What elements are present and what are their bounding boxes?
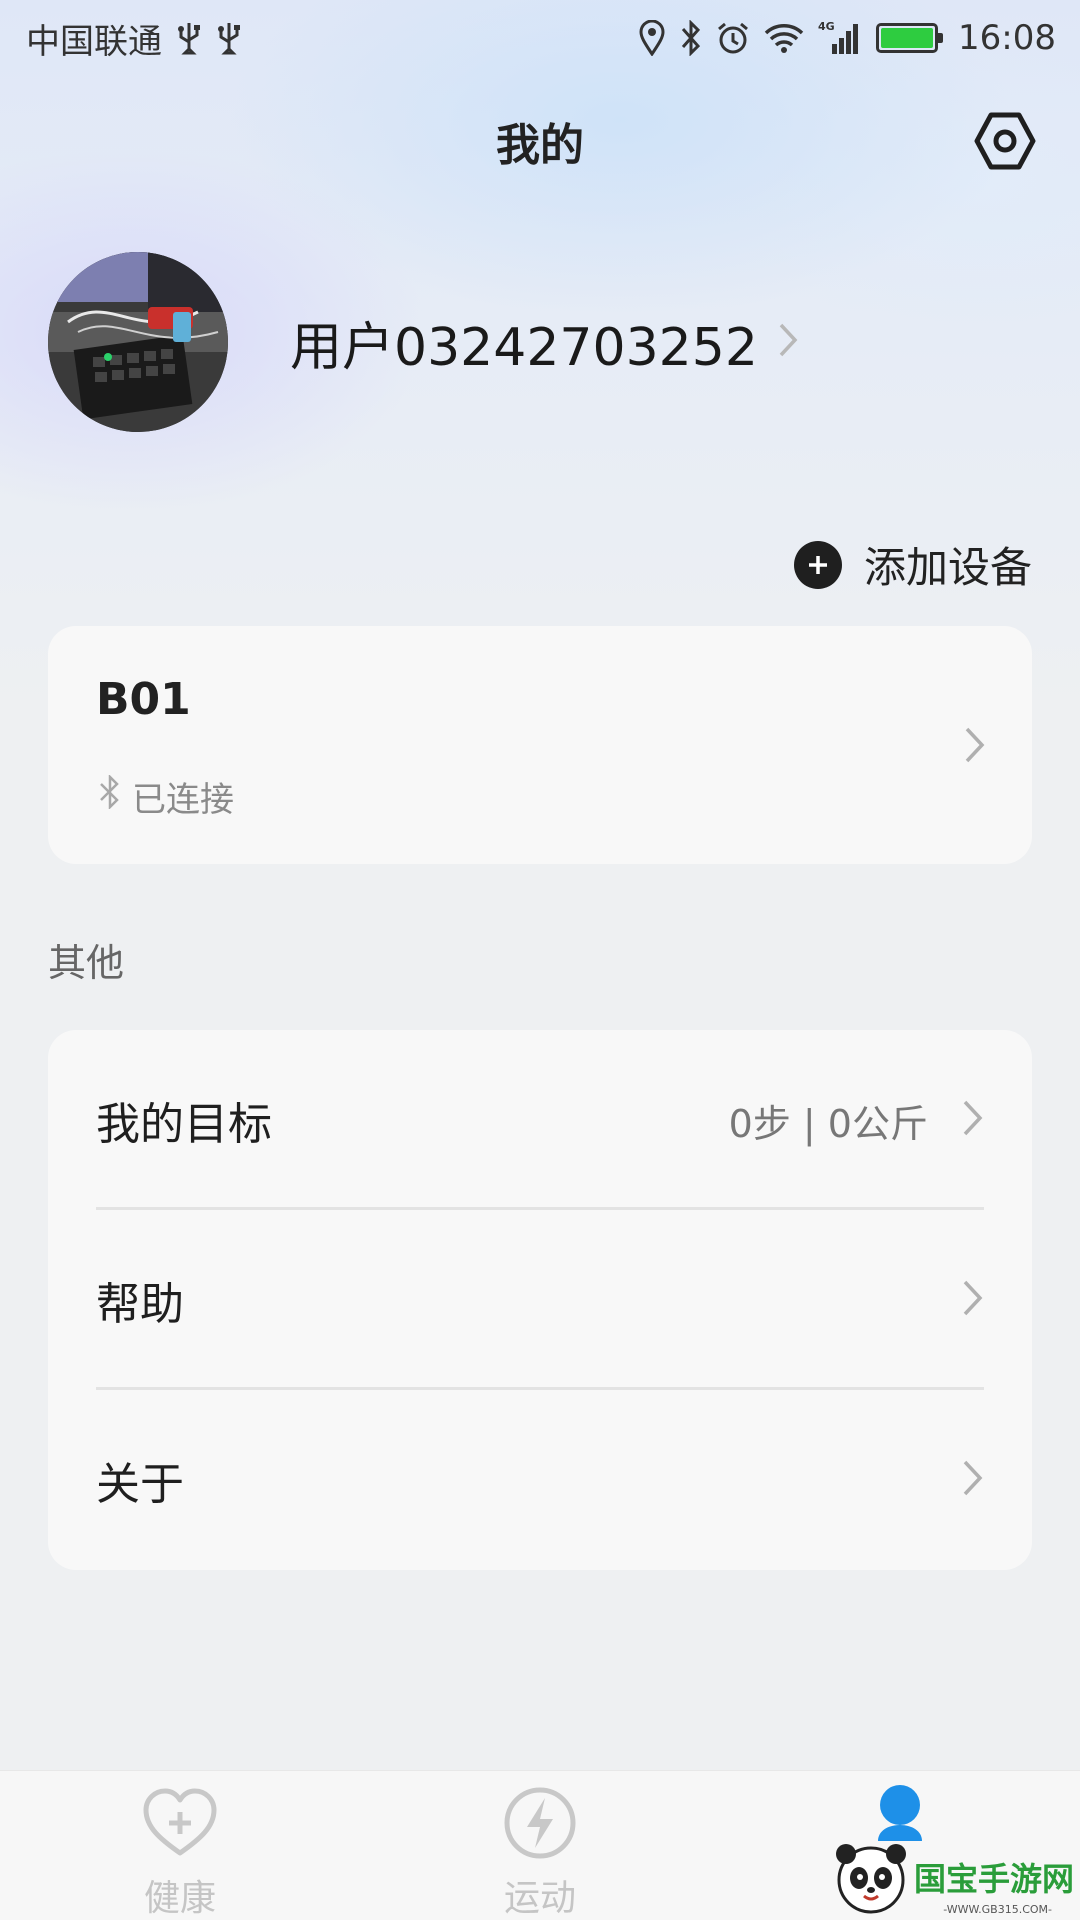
lightning-icon [504, 1787, 576, 1859]
chevron-right-icon [962, 1459, 984, 1501]
page-title: 我的 [496, 120, 584, 171]
menu-item-label: 我的目标 [96, 1099, 272, 1150]
usb-icon [216, 21, 242, 55]
avatar[interactable] [48, 252, 228, 432]
device-status-text: 已连接 [132, 780, 234, 820]
device-status: 已连接 [96, 772, 234, 821]
menu-item-label: 帮助 [96, 1279, 184, 1330]
watermark-logo: 国宝手游网 -WWW.GB315.COM- [832, 1838, 1074, 1916]
bluetooth-icon [680, 20, 702, 56]
device-name: B01 [96, 674, 191, 725]
wifi-icon [764, 22, 804, 54]
carrier-label: 中国联通 [26, 21, 162, 62]
username[interactable]: 用户03242703252 [290, 305, 758, 380]
add-device-button[interactable]: 添加设备 [793, 534, 1032, 595]
clock-time: 16:08 [958, 18, 1056, 58]
cellular-signal-icon: 4G [818, 20, 862, 56]
location-icon [638, 20, 666, 56]
chevron-right-icon [962, 1279, 984, 1321]
plus-icon [793, 540, 842, 589]
status-bar: 中国联通 4G 16:08 [0, 0, 1080, 76]
menu-card: 我的目标 0步 | 0公斤 帮助 关于 [48, 1030, 1032, 1570]
profile-row[interactable]: 用户03242703252 [48, 252, 798, 432]
tab-sport[interactable]: 运动 [360, 1771, 720, 1920]
svg-text:4G: 4G [818, 20, 835, 33]
bluetooth-icon [96, 773, 126, 818]
tab-label: 运动 [503, 1878, 576, 1919]
chevron-right-icon [962, 1099, 984, 1141]
device-card[interactable]: B01 已连接 [48, 626, 1032, 864]
menu-item-goal[interactable]: 我的目标 0步 | 0公斤 [48, 1030, 1032, 1210]
watermark-text: 国宝手游网 [913, 1860, 1074, 1898]
alarm-icon [716, 21, 750, 55]
menu-item-value: 0步 | 0公斤 [728, 1101, 928, 1146]
usb-icon [176, 21, 202, 55]
page-header: 我的 [0, 96, 1080, 186]
heart-plus-icon [143, 1788, 217, 1856]
section-title: 其他 [48, 941, 125, 985]
menu-item-label: 关于 [96, 1459, 184, 1510]
menu-item-about[interactable]: 关于 [48, 1390, 1032, 1570]
chevron-right-icon [778, 322, 798, 362]
watermark-url: -WWW.GB315.COM- [943, 1903, 1052, 1916]
add-device-label: 添加设备 [863, 543, 1032, 592]
settings-icon [974, 112, 1036, 170]
tab-label: 健康 [143, 1878, 216, 1919]
settings-button[interactable] [974, 110, 1036, 172]
battery-icon [876, 23, 944, 53]
menu-item-help[interactable]: 帮助 [48, 1210, 1032, 1390]
panda-icon [835, 1844, 906, 1914]
tab-health[interactable]: 健康 [0, 1771, 360, 1920]
chevron-right-icon [964, 726, 986, 768]
